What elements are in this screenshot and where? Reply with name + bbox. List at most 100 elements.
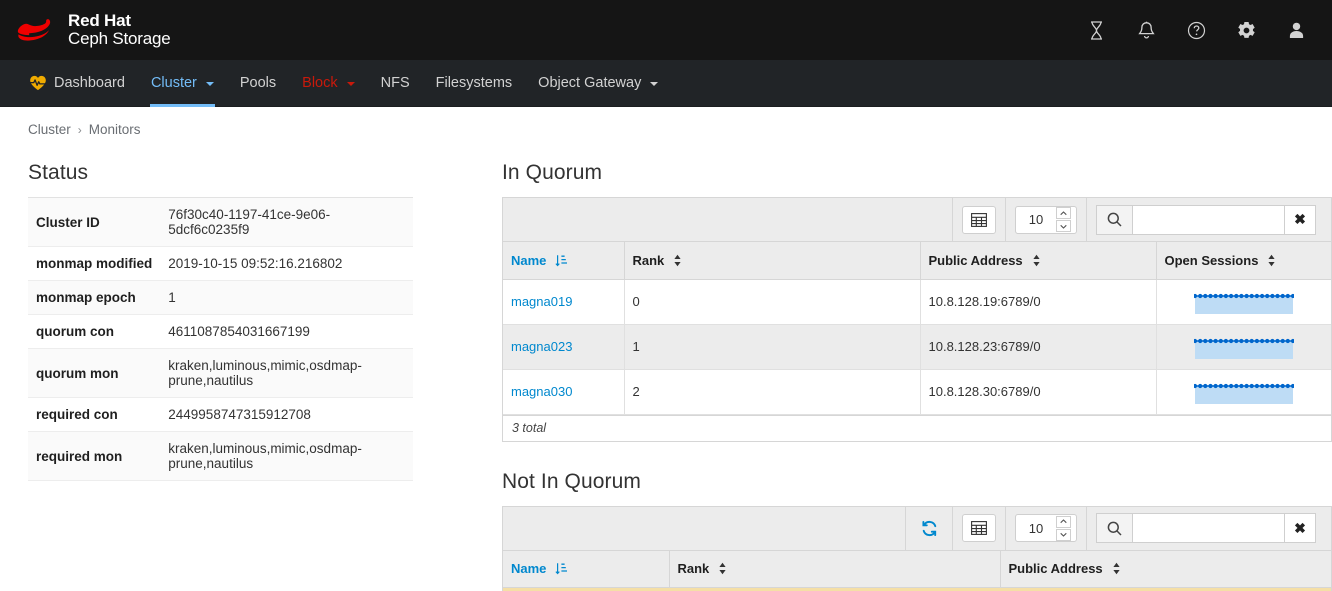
cell-public-address: 10.8.128.30:6789/0 (920, 369, 1157, 415)
column-header-rank[interactable]: Rank (669, 550, 1001, 588)
close-x-icon[interactable]: ✖ (1284, 204, 1316, 235)
stepper-arrows (1056, 515, 1071, 541)
sort-unsorted-icon (1033, 254, 1040, 266)
column-label: Name (511, 561, 547, 577)
column-header-name[interactable]: Name (503, 550, 670, 588)
monitor-link[interactable]: magna030 (511, 384, 572, 399)
settings-gear-icon[interactable] (1236, 19, 1256, 41)
table-columns-icon[interactable] (962, 205, 996, 234)
cell-public-address: 10.8.128.19:6789/0 (920, 279, 1157, 325)
user-account-icon[interactable] (1286, 19, 1306, 41)
breadcrumb-item-monitors: Monitors (88, 122, 141, 137)
column-header-rank[interactable]: Rank (624, 242, 921, 280)
table-row: monmap epoch 1 (28, 280, 413, 315)
heartbeat-icon (30, 75, 46, 91)
stepper-up-icon[interactable] (1056, 515, 1071, 528)
help-question-circle-icon[interactable] (1186, 19, 1206, 41)
column-label: Rank (632, 252, 665, 268)
status-title: Status (28, 161, 89, 184)
tasks-hourglass-icon[interactable] (1086, 19, 1106, 41)
table-row[interactable]: magna019 0 10.8.128.19:6789/0 (503, 279, 1331, 325)
breadcrumb-item-cluster[interactable]: Cluster (28, 122, 71, 137)
sort-unsorted-icon (1268, 254, 1276, 266)
search-input[interactable] (1132, 513, 1284, 543)
nav-item-block[interactable]: Block (289, 60, 367, 106)
in-quorum-search-group: ✖ (1086, 197, 1325, 242)
search-icon[interactable] (1096, 204, 1132, 235)
column-label: Rank (677, 561, 710, 577)
not-in-quorum-search-group: ✖ (1086, 506, 1325, 550)
cell-rank: 1 (624, 324, 921, 370)
search-icon[interactable] (1096, 513, 1132, 543)
status-value: 4611087854031667199 (168, 324, 310, 339)
not-in-quorum-title: Not In Quorum (502, 469, 642, 493)
cell-open-sessions (1156, 369, 1331, 415)
sort-ascending-icon (555, 563, 568, 575)
status-value: 2449958747315912708 (168, 407, 311, 422)
table-columns-icon[interactable] (962, 514, 996, 542)
sort-unsorted-icon (674, 254, 681, 266)
not-in-quorum-refresh-group (905, 506, 952, 550)
nav-item-object-gateway[interactable]: Object Gateway (525, 60, 671, 106)
status-key: Cluster ID (36, 214, 100, 230)
stepper-down-icon[interactable] (1056, 220, 1071, 232)
in-quorum-title: In Quorum (502, 161, 603, 184)
table-row: Cluster ID 76f30c40-1197-41ce-9e06-5dcf6… (28, 197, 413, 247)
column-header-open-sessions[interactable]: Open Sessions (1156, 242, 1331, 280)
status-key: quorum mon (36, 365, 119, 381)
page-size-input[interactable] (1016, 212, 1056, 227)
stepper-arrows (1056, 207, 1071, 232)
breadcrumb: Cluster › Monitors (0, 107, 1332, 137)
nav-item-dashboard[interactable]: Dashboard (16, 60, 138, 106)
status-panel: Status Cluster ID 76f30c40-1197-41ce-9e0… (28, 161, 442, 591)
cell-open-sessions (1156, 279, 1331, 325)
in-quorum-column-toggle-group (952, 197, 1005, 242)
close-x-icon[interactable]: ✖ (1284, 513, 1316, 543)
main-navigation: Dashboard Cluster Pools Block NFS Filesy… (0, 60, 1332, 107)
notifications-bell-icon[interactable] (1136, 19, 1156, 41)
table-row: required con 2449958747315912708 (28, 398, 413, 432)
monitor-link[interactable]: magna019 (511, 294, 572, 309)
monitor-link[interactable]: magna023 (511, 339, 572, 354)
table-row[interactable]: magna030 2 10.8.128.30:6789/0 (503, 369, 1331, 415)
column-header-public-address[interactable]: Public Address (1000, 550, 1331, 588)
column-label: Name (511, 252, 547, 268)
column-header-public-address[interactable]: Public Address (920, 242, 1157, 280)
stepper-up-icon[interactable] (1056, 207, 1071, 219)
search-input[interactable] (1132, 204, 1284, 235)
nav-label-block: Block (302, 75, 338, 91)
table-row[interactable]: magna023 1 10.8.128.23:6789/0 (503, 324, 1331, 370)
brand-line-2: Ceph Storage (68, 29, 171, 48)
stepper-down-icon[interactable] (1056, 528, 1071, 541)
page-size-input[interactable] (1016, 520, 1056, 536)
sort-ascending-icon (555, 254, 568, 267)
nav-item-filesystems[interactable]: Filesystems (423, 60, 526, 106)
redhat-ceph-logo[interactable]: Red Hat Ceph Storage (16, 11, 171, 48)
refresh-icon[interactable] (915, 514, 943, 542)
chevron-down-icon (346, 82, 355, 86)
search-box: ✖ (1096, 204, 1316, 235)
sort-unsorted-icon (1113, 563, 1120, 575)
open-sessions-sparkline (1192, 289, 1295, 315)
in-quorum-footer: 3 total (503, 414, 1331, 441)
chevron-down-icon (650, 82, 659, 86)
not-in-quorum-page-size-group (1005, 506, 1086, 550)
quorum-panels: In Quorum 10 ✖ Name Rank Public Address … (442, 161, 1332, 591)
redhat-hat-icon (17, 19, 51, 41)
page-size-stepper[interactable] (1015, 205, 1077, 234)
status-key: monmap modified (36, 256, 153, 271)
nav-item-cluster[interactable]: Cluster (138, 60, 227, 107)
status-key: monmap epoch (36, 290, 136, 305)
status-value: 76f30c40-1197-41ce-9e06-5dcf6c0235f9 (168, 207, 331, 237)
nav-item-pools[interactable]: Pools (227, 60, 289, 106)
cell-name: magna030 (503, 369, 625, 415)
table-row: monmap modified 2019-10-15 09:52:16.2168… (28, 247, 413, 281)
column-label: Public Address (1008, 561, 1103, 577)
open-sessions-sparkline (1192, 379, 1295, 405)
page-size-stepper[interactable] (1015, 514, 1077, 542)
table-header-row: Name Rank (503, 242, 1331, 280)
nav-label-nfs: NFS (380, 75, 410, 91)
nav-item-nfs[interactable]: NFS (368, 60, 423, 106)
column-header-name[interactable]: Name (503, 242, 625, 280)
nav-label-filesystems: Filesystems (435, 75, 513, 91)
